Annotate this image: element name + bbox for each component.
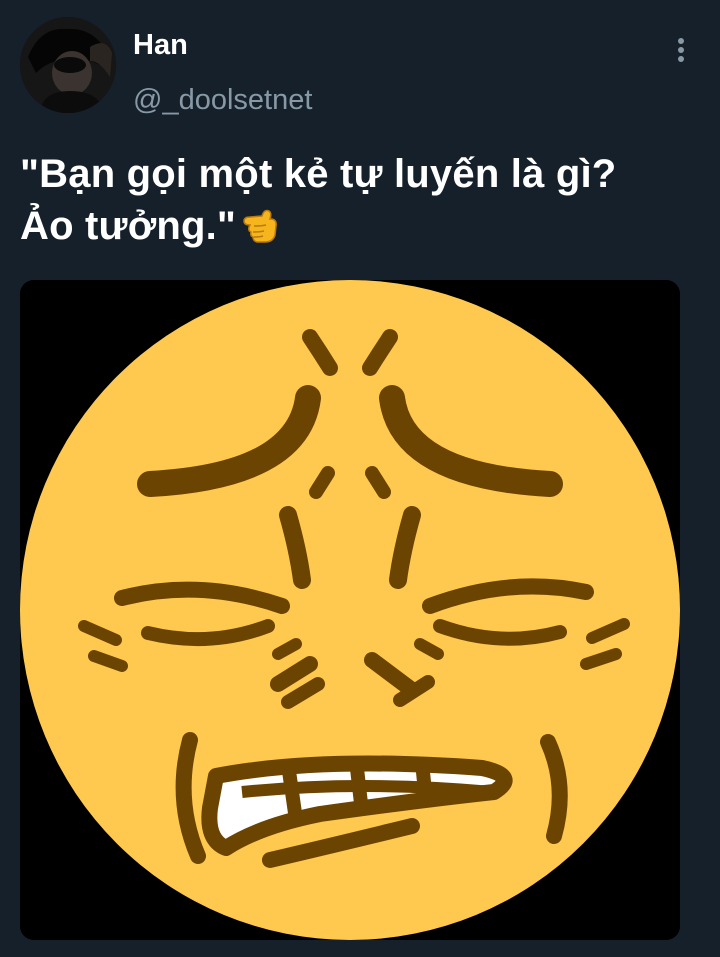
disgusted-face-emoji-image bbox=[20, 280, 680, 940]
tweet-text-line-1: "Bạn gọi một kẻ tự luyến là gì? bbox=[20, 152, 617, 196]
more-options-button[interactable] bbox=[664, 30, 698, 70]
avatar[interactable] bbox=[20, 17, 116, 113]
tweet-text: "Bạn gọi một kẻ tự luyến là gì? Ảo tưởng… bbox=[20, 148, 700, 252]
hand-pointing-left-emoji-icon bbox=[243, 209, 278, 243]
author-name[interactable]: Han bbox=[133, 27, 188, 63]
tweet-text-line-2: Ảo tưởng." bbox=[20, 200, 700, 252]
avatar-photo bbox=[20, 17, 116, 113]
tweet-media-image[interactable] bbox=[20, 280, 680, 940]
more-vertical-icon bbox=[678, 38, 684, 62]
tweet-card: Han @_doolsetnet "Bạn gọi một kẻ tự luyế… bbox=[0, 0, 720, 957]
author-handle[interactable]: @_doolsetnet bbox=[133, 82, 312, 118]
tweet-text-line-2-text: Ảo tưởng." bbox=[20, 204, 237, 248]
